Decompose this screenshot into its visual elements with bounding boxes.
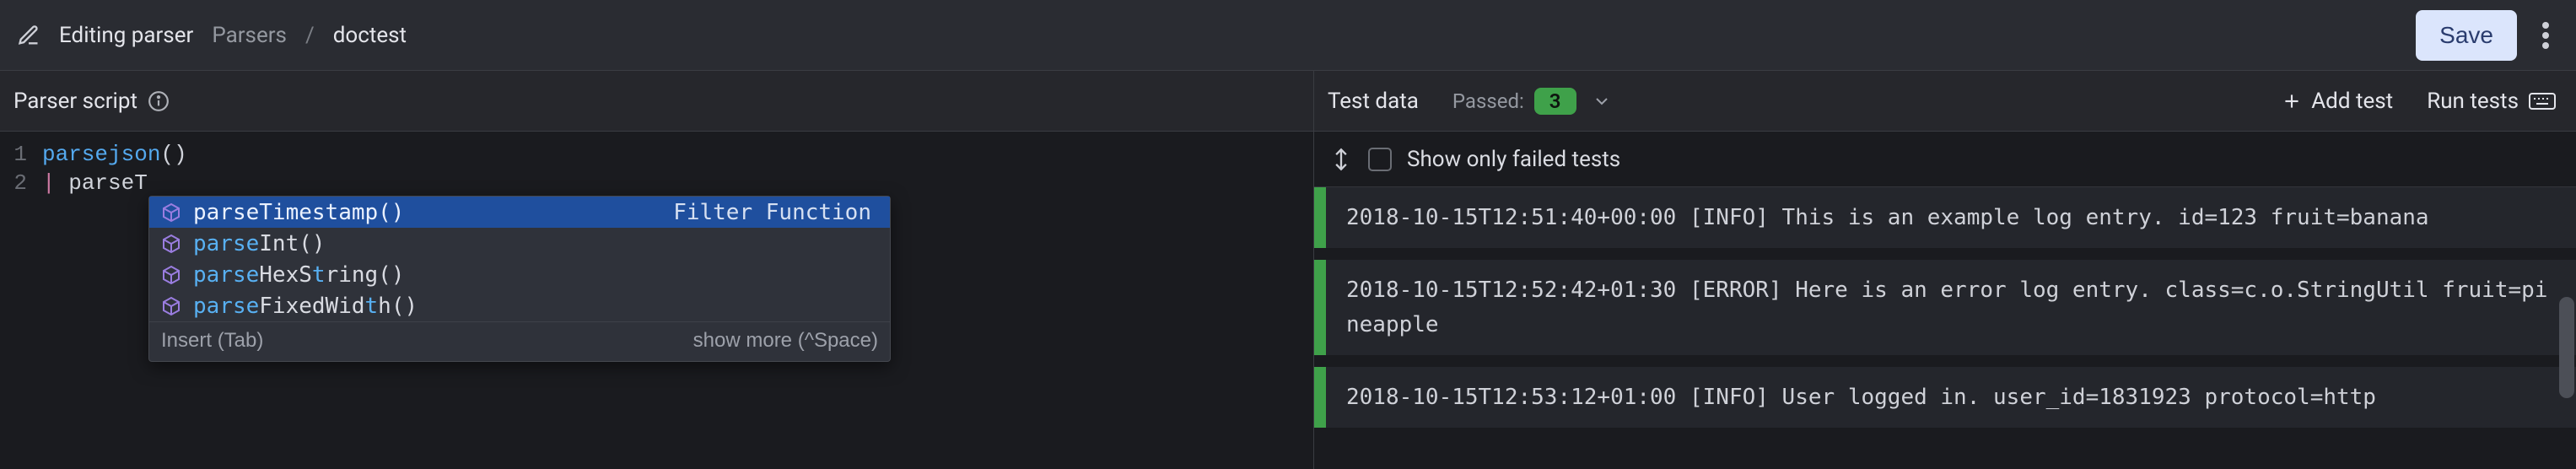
info-icon[interactable]: [148, 90, 170, 112]
autocomplete-item[interactable]: parseTimestamp() Filter Function: [149, 197, 890, 228]
right-pane-actions: Add test Run tests: [2281, 89, 2556, 114]
add-test-button[interactable]: Add test: [2281, 89, 2393, 114]
header-left: Editing parser Parsers / doctest: [17, 23, 2416, 48]
test-text: 2018-10-15T12:52:42+01:30 [ERROR] Here i…: [1346, 273, 2554, 342]
line-number: 2: [0, 169, 34, 197]
token-pipe: |: [42, 170, 68, 196]
autocomplete-item[interactable]: parseFixedWidth(): [149, 290, 890, 321]
passed-count-badge: 3: [1534, 88, 1576, 115]
expand-collapse-icon[interactable]: [1329, 145, 1353, 174]
test-filter-bar: Show only failed tests: [1314, 132, 2576, 187]
test-row[interactable]: 2018-10-15T12:53:12+01:00 [INFO] User lo…: [1314, 367, 2576, 428]
autocomplete-popup[interactable]: parseTimestamp() Filter Function parseIn…: [148, 196, 891, 362]
plus-icon: [2281, 90, 2303, 112]
editor-code[interactable]: parsejson() | parseT: [42, 140, 187, 197]
code-line[interactable]: | parseT: [42, 169, 187, 197]
code-line[interactable]: parsejson(): [42, 140, 187, 169]
token-paren: (): [160, 142, 186, 167]
right-pane-header: Test data Passed: 3 Add test Run tests: [1314, 71, 2576, 132]
autocomplete-label: parseHexString(): [193, 262, 404, 288]
breadcrumb-parsers[interactable]: Parsers: [212, 23, 287, 48]
autocomplete-label: parseFixedWidth(): [193, 294, 418, 319]
test-row[interactable]: 2018-10-15T12:51:40+00:00 [INFO] This is…: [1314, 187, 2576, 248]
test-text: 2018-10-15T12:53:12+01:00 [INFO] User lo…: [1346, 380, 2376, 414]
run-tests-button[interactable]: Run tests: [2427, 89, 2556, 114]
run-tests-label: Run tests: [2427, 89, 2519, 114]
save-button[interactable]: Save: [2416, 10, 2517, 61]
left-pane-title: Parser script: [13, 89, 137, 114]
page-title: Editing parser: [59, 23, 193, 48]
breadcrumb-sep: /: [305, 23, 315, 48]
test-text: 2018-10-15T12:51:40+00:00 [INFO] This is…: [1346, 201, 2429, 234]
code-editor[interactable]: 1 2 parsejson() | parseT parseTimestamp(…: [0, 132, 1313, 469]
right-pane: Test data Passed: 3 Add test Run tests: [1314, 71, 2576, 469]
cube-icon: [161, 202, 181, 223]
autocomplete-item[interactable]: parseInt(): [149, 228, 890, 259]
right-pane-title: Test data: [1328, 89, 1419, 114]
token-func: parsejson: [42, 142, 160, 167]
keyboard-icon: [2529, 90, 2556, 112]
chevron-down-icon[interactable]: [1592, 91, 1612, 111]
autocomplete-item[interactable]: parseHexString(): [149, 259, 890, 290]
add-test-label: Add test: [2311, 89, 2393, 114]
more-menu-button[interactable]: [2536, 15, 2556, 56]
editor-gutter: 1 2: [0, 132, 34, 197]
cube-icon: [161, 234, 181, 254]
autocomplete-hint-insert: Insert (Tab): [161, 329, 263, 353]
only-failed-label: Show only failed tests: [1407, 147, 1620, 172]
autocomplete-meta: Filter Function: [673, 200, 878, 225]
autocomplete-label: parseInt(): [193, 231, 326, 256]
header-bar: Editing parser Parsers / doctest Save: [0, 0, 2576, 71]
test-row[interactable]: 2018-10-15T12:52:42+01:30 [ERROR] Here i…: [1314, 260, 2576, 355]
breadcrumb-name[interactable]: doctest: [333, 23, 407, 48]
cube-icon: [161, 265, 181, 285]
only-failed-checkbox[interactable]: [1368, 148, 1392, 171]
line-number: 1: [0, 140, 34, 169]
passed-label: Passed:: [1452, 89, 1524, 113]
left-pane-header: Parser script: [0, 71, 1313, 132]
left-pane: Parser script 1 2 parsejson() | parseT p…: [0, 71, 1314, 469]
autocomplete-label: parseTimestamp(): [193, 200, 404, 225]
autocomplete-hint-more[interactable]: show more (^Space): [693, 329, 878, 353]
cube-icon: [161, 296, 181, 316]
pencil-icon: [17, 24, 40, 47]
scrollbar-thumb[interactable]: [2559, 297, 2574, 398]
token-partial: parseT: [68, 170, 148, 196]
autocomplete-footer: Insert (Tab) show more (^Space): [149, 321, 890, 361]
test-list: 2018-10-15T12:51:40+00:00 [INFO] This is…: [1314, 187, 2576, 469]
